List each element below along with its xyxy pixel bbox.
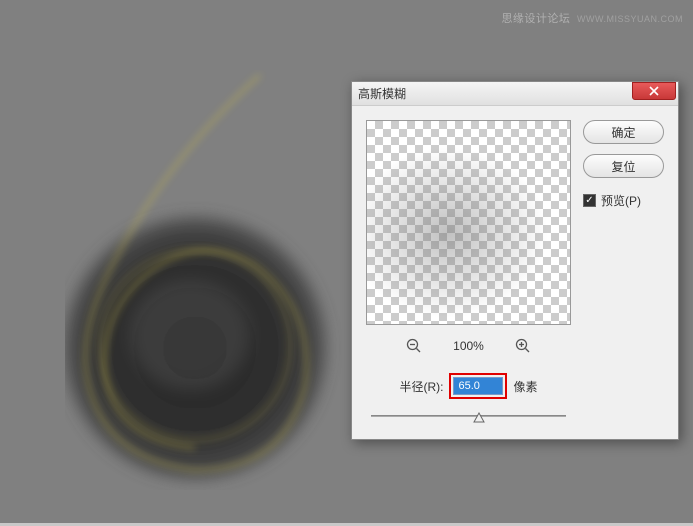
- reset-button[interactable]: 复位: [583, 154, 664, 178]
- zoom-out-button[interactable]: [405, 337, 423, 355]
- preview-checkbox-label: 预览(P): [601, 192, 641, 209]
- artwork-six-shape: [65, 70, 345, 495]
- check-icon: ✓: [585, 195, 593, 206]
- gaussian-blur-dialog: 高斯模糊 100%: [351, 81, 679, 440]
- zoom-out-icon: [406, 338, 422, 354]
- preview-blur-overlay: [367, 121, 570, 324]
- slider-track: [371, 415, 566, 417]
- preview-image[interactable]: [366, 120, 571, 325]
- watermark: 思缘设计论坛 WWW.MISSYUAN.COM: [501, 10, 683, 26]
- preview-checkbox-row[interactable]: ✓ 预览(P): [583, 192, 664, 209]
- ok-button-label: 确定: [611, 124, 635, 141]
- watermark-text: 思缘设计论坛: [501, 13, 570, 25]
- zoom-in-icon: [515, 338, 531, 354]
- close-icon: [649, 86, 659, 96]
- watermark-url: WWW.MISSYUAN.COM: [577, 14, 683, 24]
- zoom-controls: 100%: [366, 337, 571, 355]
- radius-label: 半径(R):: [399, 378, 443, 395]
- radius-input[interactable]: [453, 377, 503, 395]
- reset-button-label: 复位: [611, 158, 635, 175]
- slider-thumb-icon: [473, 412, 485, 424]
- radius-slider[interactable]: [366, 409, 571, 425]
- preview-checkbox[interactable]: ✓: [583, 194, 596, 207]
- radius-input-highlight: [449, 373, 507, 399]
- dialog-titlebar[interactable]: 高斯模糊: [352, 82, 678, 106]
- zoom-percent-label: 100%: [453, 339, 484, 353]
- preview-section: 100% 半径(R): 像素: [366, 120, 571, 425]
- ok-button[interactable]: 确定: [583, 120, 664, 144]
- canvas-area: [0, 0, 350, 526]
- dialog-button-panel: 确定 复位 ✓ 预览(P): [583, 120, 664, 425]
- radius-unit-label: 像素: [513, 378, 537, 395]
- dialog-title: 高斯模糊: [358, 85, 406, 102]
- slider-thumb[interactable]: [473, 411, 485, 423]
- close-button[interactable]: [632, 82, 676, 100]
- zoom-in-button[interactable]: [514, 337, 532, 355]
- radius-row: 半径(R): 像素: [366, 373, 571, 399]
- dialog-body: 100% 半径(R): 像素: [352, 106, 678, 439]
